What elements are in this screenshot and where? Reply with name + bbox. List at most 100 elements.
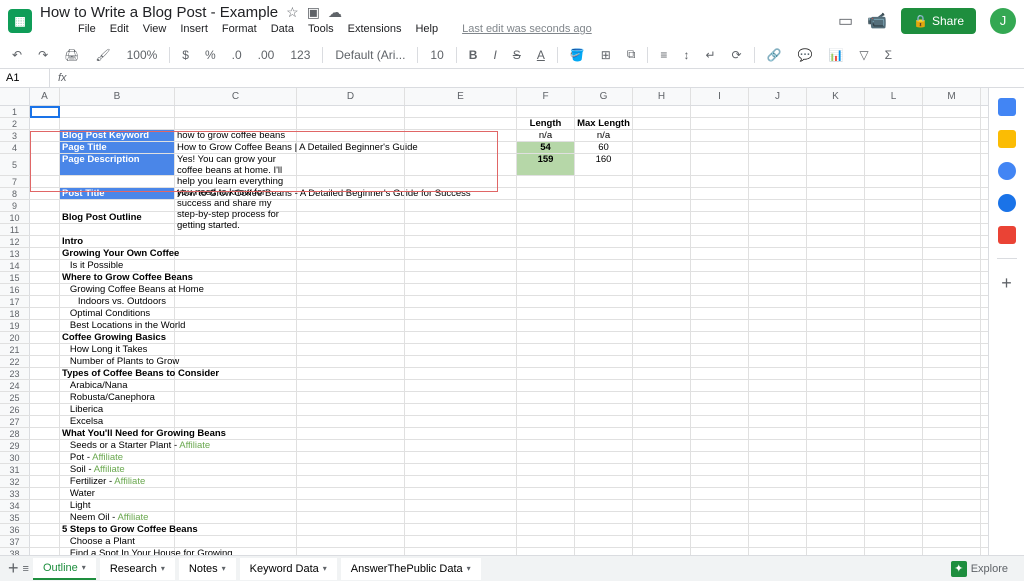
cell-H1[interactable] [633,106,691,117]
col-header-M[interactable]: M [923,88,981,105]
strikethrough-icon[interactable]: S [509,46,525,64]
decrease-decimal-icon[interactable]: .0 [228,46,246,64]
cell-L21[interactable] [865,344,923,355]
cell-L34[interactable] [865,500,923,511]
cell-E33[interactable] [405,488,517,499]
row-header[interactable]: 2 [0,118,30,129]
cell-B26[interactable]: Liberica [60,404,175,415]
cell-I35[interactable] [691,512,749,523]
cell-I20[interactable] [691,332,749,343]
number-format-select[interactable]: 123 [286,46,314,64]
cell-K15[interactable] [807,272,865,283]
cell-D7[interactable] [297,176,405,187]
cell-M30[interactable] [923,452,981,463]
cell-A19[interactable] [30,320,60,331]
cell-H14[interactable] [633,260,691,271]
cell-I24[interactable] [691,380,749,391]
cell-G30[interactable] [575,452,633,463]
cell-I25[interactable] [691,392,749,403]
cell-D37[interactable] [297,536,405,547]
cell-F9[interactable] [517,200,575,211]
cell-G4[interactable]: 60 [575,142,633,153]
cell-I29[interactable] [691,440,749,451]
cell-G31[interactable] [575,464,633,475]
cell-E34[interactable] [405,500,517,511]
cell-J32[interactable] [749,476,807,487]
cell-M33[interactable] [923,488,981,499]
cell-A36[interactable] [30,524,60,535]
cell-B32[interactable]: Fertilizer - Affiliate [60,476,175,487]
menu-view[interactable]: View [143,23,167,35]
row-header[interactable]: 12 [0,236,30,247]
rotate-icon[interactable]: ⟳ [728,46,746,64]
cell-A9[interactable] [30,200,60,211]
cell-C18[interactable] [175,308,297,319]
cell-L19[interactable] [865,320,923,331]
cell-I15[interactable] [691,272,749,283]
comment-history-icon[interactable]: ▭ [838,11,853,31]
cell-A23[interactable] [30,368,60,379]
cell-L3[interactable] [865,130,923,141]
cell-C20[interactable] [175,332,297,343]
cell-C19[interactable] [175,320,297,331]
cell-F22[interactable] [517,356,575,367]
cell-J29[interactable] [749,440,807,451]
cell-C34[interactable] [175,500,297,511]
cell-K18[interactable] [807,308,865,319]
star-icon[interactable]: ☆ [286,4,299,21]
print-icon[interactable]: 🖨 [60,46,83,64]
cell-F30[interactable] [517,452,575,463]
cell-L32[interactable] [865,476,923,487]
cell-I31[interactable] [691,464,749,475]
font-size-select[interactable]: 10 [426,46,447,64]
row-header[interactable]: 15 [0,272,30,283]
cell-D24[interactable] [297,380,405,391]
cell-M15[interactable] [923,272,981,283]
cell-D3[interactable] [297,130,405,141]
cell-G12[interactable] [575,236,633,247]
cell-M32[interactable] [923,476,981,487]
row-header[interactable]: 16 [0,284,30,295]
share-button[interactable]: 🔒 Share [901,8,976,34]
cell-J16[interactable] [749,284,807,295]
cell-G20[interactable] [575,332,633,343]
cell-M12[interactable] [923,236,981,247]
cell-C29[interactable] [175,440,297,451]
cell-G10[interactable] [575,212,633,223]
cell-D25[interactable] [297,392,405,403]
menu-insert[interactable]: Insert [180,23,208,35]
row-header[interactable]: 34 [0,500,30,511]
font-select[interactable]: Default (Ari... [331,46,409,64]
cell-C35[interactable] [175,512,297,523]
cell-H28[interactable] [633,428,691,439]
cell-A3[interactable] [30,130,60,141]
cell-B23[interactable]: Types of Coffee Beans to Consider [60,368,175,379]
cell-D13[interactable] [297,248,405,259]
cell-I27[interactable] [691,416,749,427]
row-header[interactable]: 8 [0,188,30,199]
cell-J21[interactable] [749,344,807,355]
cell-H5[interactable] [633,154,691,175]
cell-L37[interactable] [865,536,923,547]
cell-H24[interactable] [633,380,691,391]
currency-icon[interactable]: $ [178,46,193,64]
cell-L30[interactable] [865,452,923,463]
cell-L20[interactable] [865,332,923,343]
cell-E1[interactable] [405,106,517,117]
cell-G16[interactable] [575,284,633,295]
cell-C25[interactable] [175,392,297,403]
cell-D20[interactable] [297,332,405,343]
cell-L26[interactable] [865,404,923,415]
cell-F18[interactable] [517,308,575,319]
cell-F7[interactable] [517,176,575,187]
cell-B11[interactable] [60,224,175,235]
cell-J31[interactable] [749,464,807,475]
cell-L28[interactable] [865,428,923,439]
row-header[interactable]: 3 [0,130,30,141]
cell-G29[interactable] [575,440,633,451]
cell-I32[interactable] [691,476,749,487]
cell-I12[interactable] [691,236,749,247]
cell-K29[interactable] [807,440,865,451]
row-header[interactable]: 29 [0,440,30,451]
row-header[interactable]: 7 [0,176,30,187]
